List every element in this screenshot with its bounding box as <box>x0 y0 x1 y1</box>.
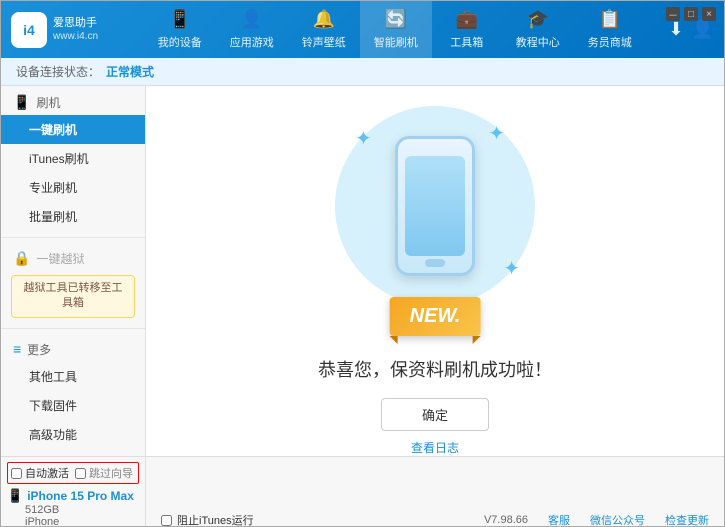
sidebar-item-batch-flash[interactable]: 批量刷机 <box>1 202 145 231</box>
sidebar-item-itunes-flash[interactable]: iTunes刷机 <box>1 144 145 173</box>
sidebar-item-download-firmware[interactable]: 下载固件 <box>1 391 145 420</box>
skip-guide-checkbox[interactable]: 跳过向导 <box>75 465 133 481</box>
more-icon: ≡ <box>13 341 21 357</box>
nav-ringtones[interactable]: 🔔 铃声壁纸 <box>288 1 360 58</box>
status-bar: 设备连接状态： 正常模式 <box>1 58 724 86</box>
phone-home-button <box>425 259 445 267</box>
itunes-label: 阻止iTunes运行 <box>177 512 254 527</box>
new-ribbon: NEW. <box>390 297 481 336</box>
toolbox-icon: 💼 <box>456 9 478 30</box>
ringtone-icon: 🔔 <box>313 9 335 30</box>
main-nav: 📱 我的设备 👤 应用游戏 🔔 铃声壁纸 🔄 智能刷机 💼 工具箱 🎓 <box>121 1 668 58</box>
sidebar-item-one-key-flash[interactable]: 一键刷机 <box>1 115 145 144</box>
status-panel: 阻止iTunes运行 V7.98.66 客服 微信公众号 检查更新 <box>146 457 724 527</box>
window-controls: － □ × <box>666 7 716 21</box>
sidebar-warning: 越狱工具已转移至工具箱 <box>11 275 135 318</box>
apps-icon: 👤 <box>241 9 263 30</box>
nav-service[interactable]: 📋 务员商城 <box>574 1 646 58</box>
lock-icon: 🔒 <box>13 250 30 267</box>
itunes-block: 阻止iTunes运行 <box>161 512 254 527</box>
status-label: 设备连接状态： <box>16 63 100 80</box>
sidebar-divider-1 <box>1 237 145 238</box>
sparkle-bottom-right: ✦ <box>503 256 520 281</box>
sidebar-section-more: ≡ 更多 其他工具 下载固件 高级功能 <box>1 333 145 451</box>
download-button[interactable]: ⬇ <box>668 19 683 40</box>
jailbreak-label: 一键越狱 <box>36 250 84 267</box>
device-type-icon: 📱 <box>7 488 23 504</box>
logo-icon: i4 <box>11 12 47 48</box>
nav-apps-games[interactable]: 👤 应用游戏 <box>216 1 288 58</box>
flash-section-label: 刷机 <box>36 94 60 111</box>
sidebar-jailbreak-header: 🔒 一键越狱 <box>1 244 145 271</box>
header-actions: ⬇ 👤 <box>668 19 714 40</box>
auto-activate-input[interactable] <box>11 468 22 479</box>
device-options-row: 自动激活 跳过向导 <box>7 462 139 484</box>
content-area: ✦ ✦ ✦ NEW. 恭喜您，保资料刷机成功啦！ 确定 查看日志 <box>146 86 724 456</box>
service-icon: 📋 <box>599 9 621 30</box>
status-value: 正常模式 <box>106 63 154 80</box>
sidebar-item-other-tools[interactable]: 其他工具 <box>1 362 145 391</box>
log-link[interactable]: 查看日志 <box>411 439 459 456</box>
app-subtitle: www.i4.cn <box>53 30 98 43</box>
flash-icon: 🔄 <box>385 9 407 30</box>
nav-my-device[interactable]: 📱 我的设备 <box>144 1 216 58</box>
device-panel: 自动激活 跳过向导 📱 iPhone 15 Pro Max 512GB iPho… <box>1 457 146 527</box>
phone-illustration: ✦ ✦ ✦ NEW. <box>305 86 565 326</box>
phone-icon: 📱 <box>169 9 191 30</box>
version-label: V7.98.66 <box>484 514 528 526</box>
sidebar-more-header: ≡ 更多 <box>1 335 145 362</box>
success-message: 恭喜您，保资料刷机成功啦！ <box>318 356 552 382</box>
sidebar-section-flash: 📱 刷机 一键刷机 iTunes刷机 专业刷机 批量刷机 <box>1 86 145 233</box>
bottom-section: 自动激活 跳过向导 📱 iPhone 15 Pro Max 512GB iPho… <box>1 456 724 527</box>
tutorial-icon: 🎓 <box>527 9 549 30</box>
app-title: 爱思助手 <box>53 16 98 30</box>
device-name-row: 📱 iPhone 15 Pro Max <box>7 488 139 504</box>
skip-guide-input[interactable] <box>75 468 86 479</box>
footer-right: V7.98.66 客服 微信公众号 检查更新 <box>484 512 709 527</box>
link-check-update[interactable]: 检查更新 <box>665 512 709 527</box>
ribbon-text: NEW. <box>410 305 461 327</box>
nav-toolbox[interactable]: 💼 工具箱 <box>432 1 502 58</box>
sidebar-divider-2 <box>1 328 145 329</box>
circle-background: ✦ ✦ ✦ <box>335 106 535 306</box>
sparkle-top-right: ✦ <box>488 121 505 146</box>
link-wechat[interactable]: 微信公众号 <box>590 512 645 527</box>
close-button[interactable]: × <box>702 7 716 21</box>
sidebar-section-jailbreak: 🔒 一键越狱 越狱工具已转移至工具箱 <box>1 242 145 324</box>
phone-body <box>395 136 475 276</box>
nav-tutorial[interactable]: 🎓 教程中心 <box>502 1 574 58</box>
user-button[interactable]: 👤 <box>692 19 714 40</box>
skip-guide-label: 跳过向导 <box>89 465 133 481</box>
sidebar-item-pro-flash[interactable]: 专业刷机 <box>1 173 145 202</box>
device-name: iPhone 15 Pro Max <box>27 489 134 503</box>
nav-smart-flash[interactable]: 🔄 智能刷机 <box>360 1 432 58</box>
auto-activate-label: 自动激活 <box>25 465 69 481</box>
more-label: 更多 <box>27 341 51 358</box>
minimize-button[interactable]: － <box>666 7 680 21</box>
maximize-button[interactable]: □ <box>684 7 698 21</box>
link-customer-service[interactable]: 客服 <box>548 512 570 527</box>
sidebar: 📱 刷机 一键刷机 iTunes刷机 专业刷机 批量刷机 🔒 一键越狱 越狱工具… <box>1 86 146 456</box>
device-type: iPhone <box>7 516 139 527</box>
auto-activate-checkbox[interactable]: 自动激活 <box>11 465 69 481</box>
device-storage: 512GB <box>7 504 139 516</box>
itunes-checkbox[interactable] <box>161 515 172 526</box>
sidebar-flash-header: 📱 刷机 <box>1 88 145 115</box>
flash-section-icon: 📱 <box>13 94 30 111</box>
phone-screen <box>405 156 465 256</box>
sidebar-item-advanced[interactable]: 高级功能 <box>1 420 145 449</box>
app-logo: i4 爱思助手 www.i4.cn <box>11 12 121 48</box>
confirm-button[interactable]: 确定 <box>381 398 489 431</box>
main-area: 📱 刷机 一键刷机 iTunes刷机 专业刷机 批量刷机 🔒 一键越狱 越狱工具… <box>1 86 724 456</box>
sparkle-top-left: ✦ <box>355 126 372 151</box>
